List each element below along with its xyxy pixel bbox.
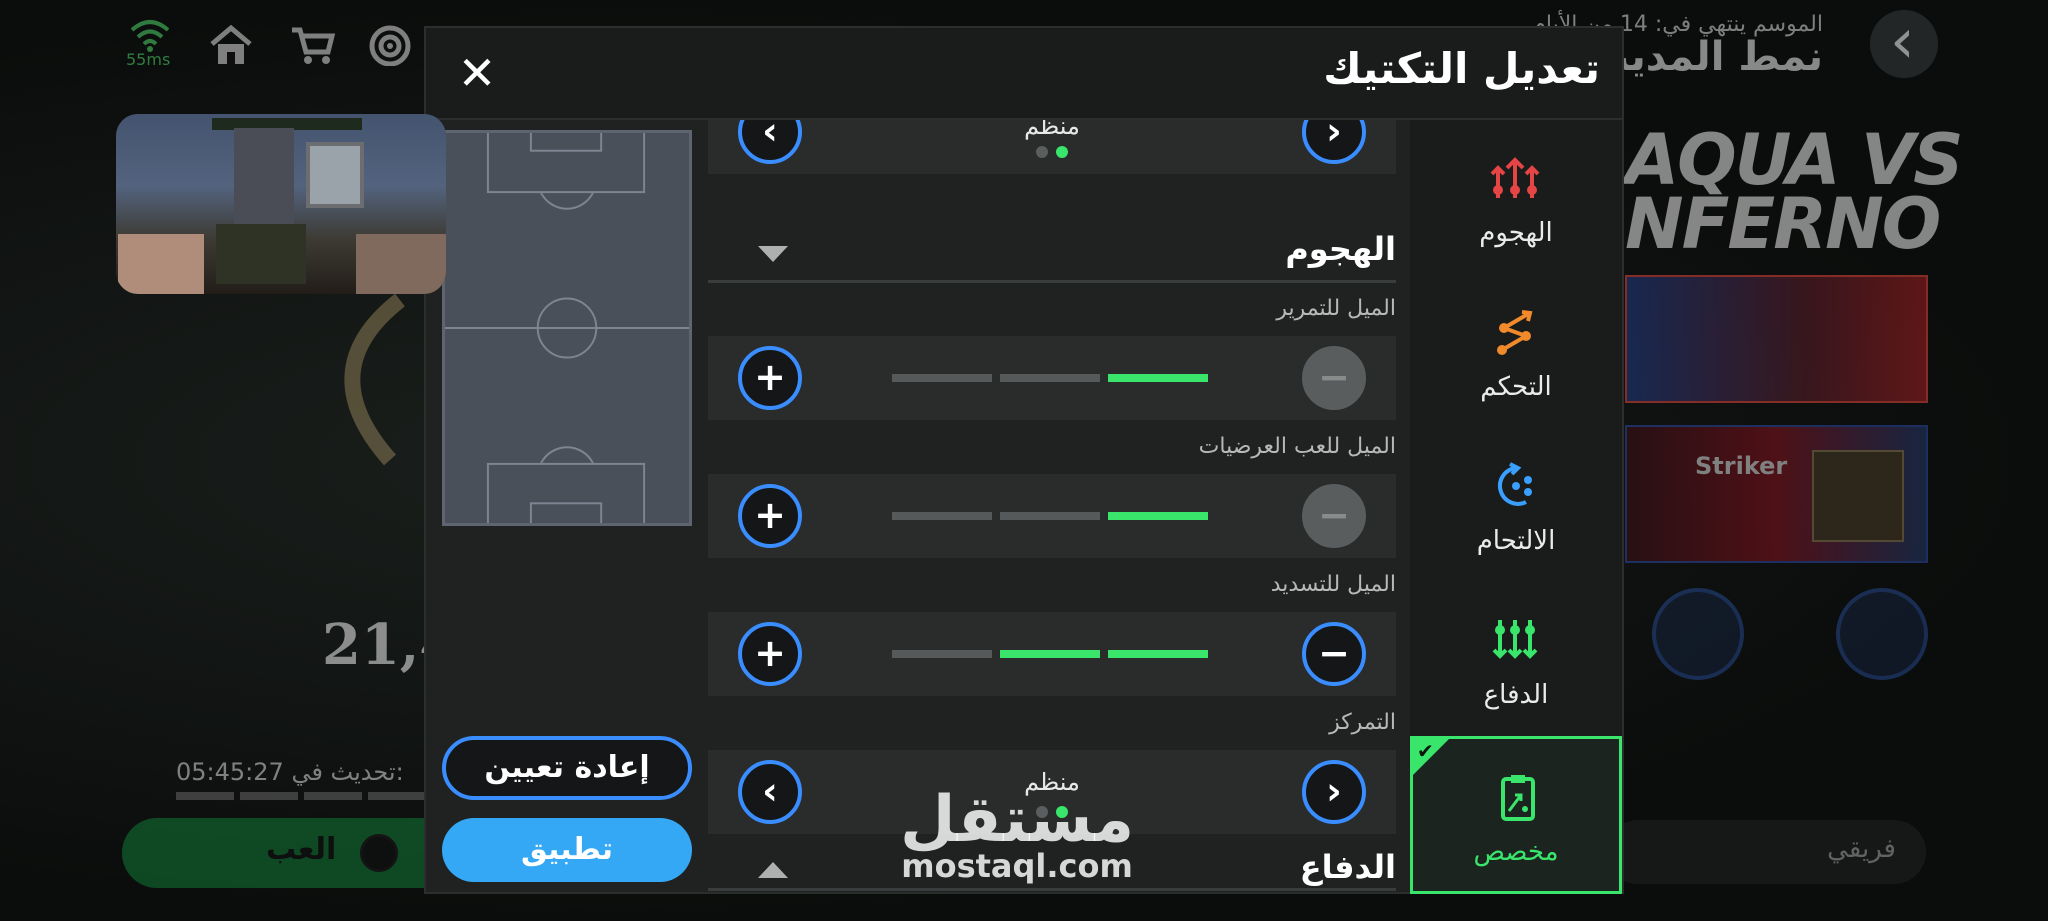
update-countdown: 05:45:27 تحديث في:: [176, 758, 404, 786]
kit-button[interactable]: [1836, 588, 1928, 680]
target-icon[interactable]: [368, 24, 414, 66]
wifi-icon: [130, 20, 170, 52]
watermark-url: mostaql.com: [901, 847, 1133, 885]
engage-cycle-icon: [1498, 462, 1532, 506]
tab-control-label: التحكم: [1480, 372, 1552, 402]
cart-icon[interactable]: [290, 24, 336, 66]
collapse-chevron-icon[interactable]: [758, 246, 788, 262]
tab-defense-label: الدفاع: [1483, 680, 1549, 710]
next-option-button[interactable]: ›: [1302, 760, 1366, 824]
decrease-button[interactable]: −: [1302, 622, 1366, 686]
update-time: 05:45:27: [176, 758, 284, 786]
level-segment-3: [892, 374, 992, 382]
increase-button[interactable]: +: [738, 484, 802, 548]
my-team-button[interactable]: فريقي: [1606, 820, 1926, 884]
increase-button[interactable]: +: [738, 622, 802, 686]
settings-list: ‹ منظم › الهجوم الميل للتمرير + − الميل …: [708, 120, 1408, 894]
pitch-button[interactable]: [1652, 588, 1744, 680]
home-icon[interactable]: [208, 24, 254, 66]
tab-custom-label: مخصص: [1473, 837, 1559, 867]
shooting-slider-row: + −: [708, 612, 1396, 696]
expand-chevron-icon[interactable]: [758, 862, 788, 878]
slider-label: الميل للتسديد: [1270, 572, 1396, 597]
decrease-button[interactable]: −: [1302, 346, 1366, 410]
webcam-overlay: [116, 114, 446, 294]
modal-header: تعديل التكتيك ✕: [426, 28, 1622, 120]
webcam-door: [234, 128, 294, 228]
webcam-player-left: [118, 234, 204, 294]
level-segment-2: [1000, 512, 1100, 520]
attack-section-title: الهجوم: [1285, 230, 1396, 268]
slider-label: الميل للتمرير: [1276, 296, 1396, 321]
passing-slider-row: + −: [708, 336, 1396, 420]
level-segment-1: [1108, 374, 1208, 382]
tab-defense[interactable]: الدفاع: [1410, 582, 1622, 736]
next-option-button[interactable]: ›: [1302, 120, 1366, 164]
increase-button[interactable]: +: [738, 346, 802, 410]
apply-button[interactable]: تطبيق: [442, 818, 692, 882]
level-segment-2: [1000, 650, 1100, 658]
crossing-slider-row: + −: [708, 474, 1396, 558]
control-path-icon: [1497, 310, 1533, 355]
tab-custom[interactable]: ✔ مخصص: [1410, 736, 1622, 894]
striker-label: Striker: [1695, 452, 1788, 480]
promo-card[interactable]: [1625, 275, 1928, 403]
modal-title: تعديل التكتيك: [1323, 44, 1600, 93]
pitch-lines-icon: [445, 130, 689, 526]
tactics-modal: تعديل التكتيك ✕ الهجوم التحكم الالتحام ا…: [424, 26, 1624, 894]
play-label: العب: [266, 832, 337, 867]
ball-icon: [360, 834, 398, 872]
back-button[interactable]: [1870, 4, 1938, 78]
reset-button[interactable]: إعادة تعيين: [442, 736, 692, 800]
tactic-tabs: الهجوم التحكم الالتحام الدفاع ✔ مخصص: [1410, 120, 1622, 894]
tab-attack[interactable]: الهجوم: [1410, 120, 1622, 274]
defense-section-title: الدفاع: [1299, 848, 1396, 886]
tab-engage-label: الالتحام: [1476, 526, 1556, 556]
tab-attack-label: الهجوم: [1479, 218, 1553, 248]
webcam-window: [306, 142, 364, 208]
section-divider: [708, 888, 1396, 891]
selected-check-icon: ✔: [1417, 739, 1434, 763]
level-segment-1: [1108, 650, 1208, 658]
banner-line-2: NFERNO: [1625, 183, 1941, 265]
option-dot-1: [1036, 146, 1048, 158]
ping-readout: 55ms: [126, 50, 171, 69]
style-selector-row: ‹ منظم ›: [708, 120, 1396, 174]
tab-control[interactable]: التحكم: [1410, 274, 1622, 428]
watermark-logo: مستقل mostaql.com: [900, 783, 1135, 885]
laurel-icon: [344, 293, 405, 466]
webcam-weapon: [216, 224, 306, 284]
crest-icon: [1812, 450, 1904, 542]
webcam-player-right: [356, 234, 446, 294]
close-icon[interactable]: ✕: [452, 48, 502, 98]
custom-clipboard-icon: [1501, 775, 1535, 821]
level-segment-1: [1108, 512, 1208, 520]
decrease-button[interactable]: −: [1302, 484, 1366, 548]
style-selector-value: منظم: [1024, 120, 1080, 140]
level-segment-3: [892, 650, 992, 658]
section-divider: [708, 280, 1396, 283]
update-label: تحديث في:: [291, 758, 404, 786]
tab-engage[interactable]: الالتحام: [1410, 428, 1622, 582]
level-segment-2: [1000, 374, 1100, 382]
mode-title: نمط المدينة: [1590, 34, 1823, 80]
slider-label: الميل للعب العرضيات: [1198, 434, 1396, 459]
formation-pitch: [442, 130, 692, 526]
option-dot-2: [1056, 146, 1068, 158]
positioning-label: التمركز: [1329, 710, 1396, 735]
game-screen: 55ms الموسم ينتهي في: 14 من الأيام نمط ا…: [0, 0, 2048, 921]
option-dots: [1036, 146, 1076, 158]
defense-arrows-icon: [1492, 620, 1538, 659]
attack-arrows-icon: [1490, 157, 1540, 198]
watermark-arabic: مستقل: [900, 783, 1135, 857]
level-segment-3: [892, 512, 992, 520]
event-banner: AQUA VS NFERNO: [1625, 125, 1964, 265]
